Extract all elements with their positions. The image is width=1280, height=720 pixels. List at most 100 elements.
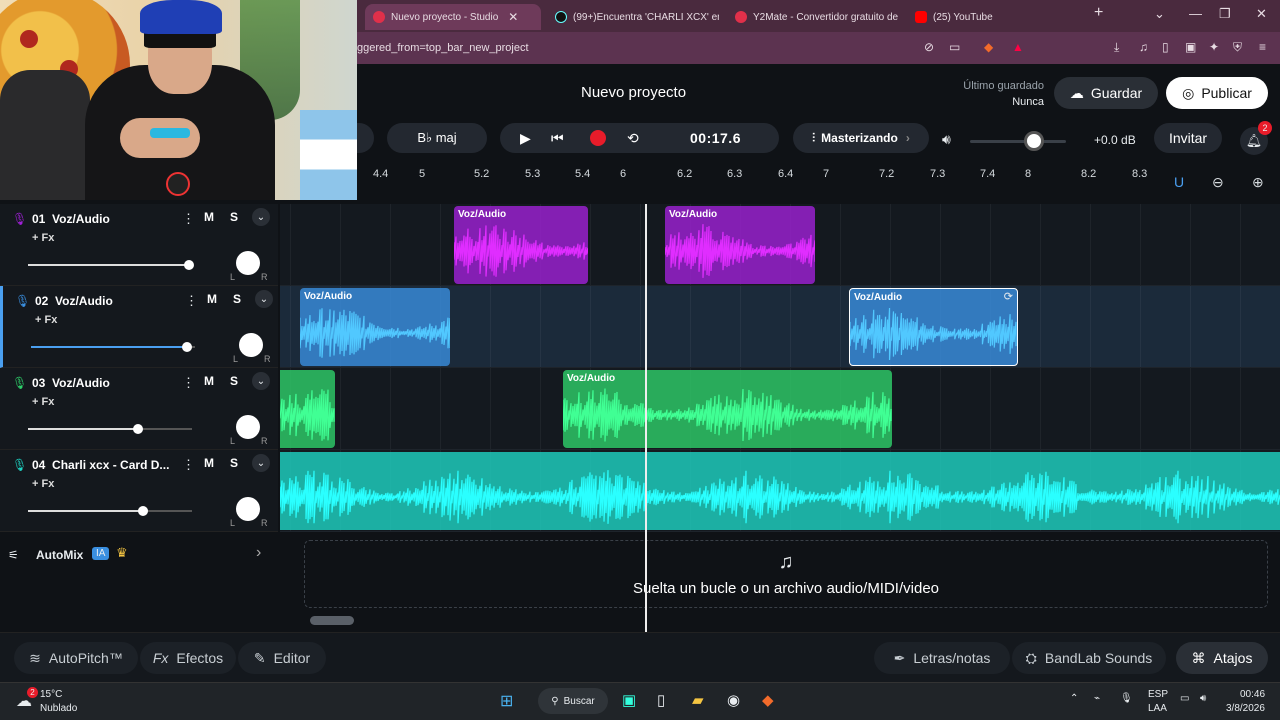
leo-ai-icon[interactable]: ✦ bbox=[1209, 40, 1219, 54]
tab-y2mate[interactable]: Y2Mate - Convertidor gratuito de bbox=[727, 4, 899, 30]
master-volume-slider[interactable] bbox=[970, 140, 1066, 143]
effects-button[interactable]: Fx Efectos bbox=[140, 642, 236, 674]
tab-list-chevron-icon[interactable]: ⌄ bbox=[1154, 6, 1165, 22]
chevron-down-icon[interactable]: ⌄ bbox=[255, 290, 273, 308]
pan-knob[interactable] bbox=[239, 333, 263, 357]
editor-button[interactable]: ✎ Editor bbox=[238, 642, 326, 674]
track-header-4[interactable]: 🎙︎ 04 Charli xcx - Card D... + Fx ⋮ M S … bbox=[0, 450, 278, 532]
pan-knob[interactable] bbox=[236, 415, 260, 439]
tab-nuevo-proyecto[interactable]: Nuevo proyecto - Studio ✕ bbox=[365, 4, 541, 30]
app-taskbar-icon[interactable]: ▣ bbox=[622, 691, 636, 709]
invite-button[interactable]: Invitar bbox=[1154, 123, 1222, 153]
windows-start-icon[interactable]: ⊞ bbox=[500, 691, 513, 711]
track-name[interactable]: 04 Charli xcx - Card D... bbox=[32, 458, 169, 472]
tab-youtube[interactable]: (25) YouTube bbox=[907, 4, 1079, 30]
new-tab-button[interactable]: + bbox=[1094, 4, 1103, 22]
autopitch-button[interactable]: ≋ AutoPitch™ bbox=[14, 642, 138, 674]
weather-desc[interactable]: Nublado bbox=[40, 703, 77, 714]
track-lane-2[interactable]: Voz/Audio Voz/Audio ⟳ bbox=[280, 286, 1280, 368]
shortcuts-button[interactable]: ⌘ Atajos bbox=[1176, 642, 1268, 674]
close-window-button[interactable]: ✕ bbox=[1256, 6, 1267, 22]
clock-time[interactable]: 00:46 bbox=[1240, 689, 1265, 700]
chevron-down-icon[interactable]: ⌄ bbox=[252, 372, 270, 390]
track-name[interactable]: 02 Voz/Audio bbox=[35, 294, 113, 308]
minimize-button[interactable]: — bbox=[1189, 6, 1202, 21]
mastering-button[interactable]: ⫶ Masterizando › bbox=[793, 123, 929, 153]
drop-zone[interactable]: ♫ Suelta un bucle o un archivo audio/MID… bbox=[304, 540, 1268, 608]
wallet-icon[interactable]: ▣ bbox=[1185, 40, 1196, 54]
folder-taskbar-icon[interactable]: ▰ bbox=[692, 691, 704, 709]
solo-button[interactable]: S bbox=[233, 292, 241, 306]
no-tracking-icon[interactable]: ⊘ bbox=[924, 40, 934, 54]
audio-clip[interactable] bbox=[280, 370, 335, 448]
pan-knob[interactable] bbox=[236, 251, 260, 275]
speaker-icon[interactable]: 🔊︎ bbox=[942, 131, 951, 148]
timeline-ruler[interactable]: 4.4 5 5.2 5.3 5.4 6 6.2 6.3 6.4 7 7.2 7.3 7.4 8 8.2 8.3… bbox=[357, 164, 1280, 204]
track-header-1[interactable]: 🎙︎ 01 Voz/Audio + Fx ⋮ M S ⌄ L R bbox=[0, 204, 278, 286]
chevron-down-icon[interactable]: ⌄ bbox=[252, 454, 270, 472]
track-volume-slider[interactable] bbox=[28, 506, 192, 516]
brave-shield-icon[interactable]: ◆ bbox=[984, 40, 993, 54]
notifications-button[interactable]: 🔔︎ 2 bbox=[1240, 121, 1272, 155]
track-header-3[interactable]: 🎙︎ 03 Voz/Audio + Fx ⋮ M S ⌄ L R bbox=[0, 368, 278, 450]
master-volume-knob[interactable] bbox=[1024, 131, 1045, 151]
solo-button[interactable]: S bbox=[230, 456, 238, 470]
loop-icon[interactable]: ⟲ bbox=[627, 130, 639, 147]
add-fx-button[interactable]: + Fx bbox=[32, 396, 54, 408]
taskbar-search[interactable]: ⚲ Buscar bbox=[538, 688, 608, 714]
more-options-icon[interactable]: ⋮ bbox=[182, 375, 195, 391]
audio-clip[interactable]: Voz/Audio bbox=[300, 288, 450, 366]
clock-date[interactable]: 3/8/2026 bbox=[1226, 703, 1265, 714]
play-icon[interactable]: ▶ bbox=[520, 130, 531, 147]
add-fx-button[interactable]: + Fx bbox=[35, 314, 57, 326]
skip-back-icon[interactable]: ⏮ bbox=[551, 130, 564, 147]
pan-knob[interactable] bbox=[236, 497, 260, 521]
more-options-icon[interactable]: ⋮ bbox=[185, 293, 198, 309]
obs-taskbar-icon[interactable]: ◉ bbox=[727, 691, 740, 709]
track-volume-slider[interactable] bbox=[31, 342, 195, 352]
file-taskbar-icon[interactable]: ▯ bbox=[657, 691, 665, 709]
chevron-right-icon[interactable]: › bbox=[256, 544, 261, 562]
maximize-button[interactable]: ❐ bbox=[1219, 6, 1231, 22]
mute-button[interactable]: M bbox=[204, 210, 214, 224]
weather-temp[interactable]: 15°C bbox=[40, 689, 62, 700]
language-1[interactable]: ESP bbox=[1148, 689, 1168, 700]
track-name[interactable]: 01 Voz/Audio bbox=[32, 212, 110, 226]
save-button[interactable]: ☁ Guardar bbox=[1054, 77, 1158, 109]
mic-tray-icon[interactable]: 🎙︎ bbox=[1120, 693, 1133, 704]
url-text[interactable]: ggered_from=top_bar_new_project bbox=[357, 42, 529, 54]
playhead[interactable] bbox=[645, 204, 647, 632]
magnet-snap-icon[interactable]: U bbox=[1174, 174, 1184, 190]
track-lane-4[interactable] bbox=[280, 450, 1280, 532]
add-fx-button[interactable]: + Fx bbox=[32, 478, 54, 490]
track-volume-slider[interactable] bbox=[28, 260, 194, 270]
track-lane-3[interactable]: Voz/Audio bbox=[280, 368, 1280, 450]
audio-clip[interactable]: Voz/Audio bbox=[454, 206, 588, 284]
download-icon[interactable]: ⤓ bbox=[1114, 40, 1119, 55]
network-icon[interactable]: ⌁ bbox=[1094, 693, 1100, 704]
automix-row[interactable]: ⚟ AutoMix IA ♛ › bbox=[0, 536, 278, 576]
mute-button[interactable]: M bbox=[207, 292, 217, 306]
volume-tray-icon[interactable]: 🔊︎ bbox=[1200, 693, 1206, 704]
music-icon[interactable]: ♫ bbox=[1139, 40, 1148, 54]
chevron-down-icon[interactable]: ⌄ bbox=[252, 208, 270, 226]
audio-clip-selected[interactable]: Voz/Audio ⟳ bbox=[849, 288, 1018, 366]
track-header-2[interactable]: 🎙︎ 02 Voz/Audio + Fx ⋮ M S ⌄ L R bbox=[0, 286, 278, 368]
horizontal-scrollbar[interactable] bbox=[310, 616, 354, 625]
record-button[interactable] bbox=[590, 130, 606, 146]
track-lane-1[interactable]: Voz/Audio Voz/Audio bbox=[280, 204, 1280, 286]
sidebar-icon[interactable]: ▯ bbox=[1162, 40, 1169, 54]
publish-button[interactable]: ◎ Publicar bbox=[1166, 77, 1268, 109]
brave-taskbar-icon[interactable]: ◆ bbox=[762, 691, 774, 709]
audio-clip[interactable] bbox=[280, 452, 1280, 530]
language-2[interactable]: LAA bbox=[1148, 703, 1167, 714]
audio-clip[interactable]: Voz/Audio bbox=[665, 206, 815, 284]
audio-clip[interactable]: Voz/Audio bbox=[563, 370, 892, 448]
project-title[interactable]: Nuevo proyecto bbox=[581, 84, 686, 101]
track-volume-slider[interactable] bbox=[28, 424, 192, 434]
key-selector[interactable]: B♭ maj bbox=[387, 123, 487, 153]
loop-clip-icon[interactable]: ⟳ bbox=[1004, 290, 1013, 303]
vpn-icon[interactable]: ⛨ bbox=[1233, 40, 1242, 55]
brave-rewards-icon[interactable]: ▲ bbox=[1012, 40, 1024, 54]
bandlab-sounds-button[interactable]: ⛭ BandLab Sounds bbox=[1012, 642, 1166, 674]
